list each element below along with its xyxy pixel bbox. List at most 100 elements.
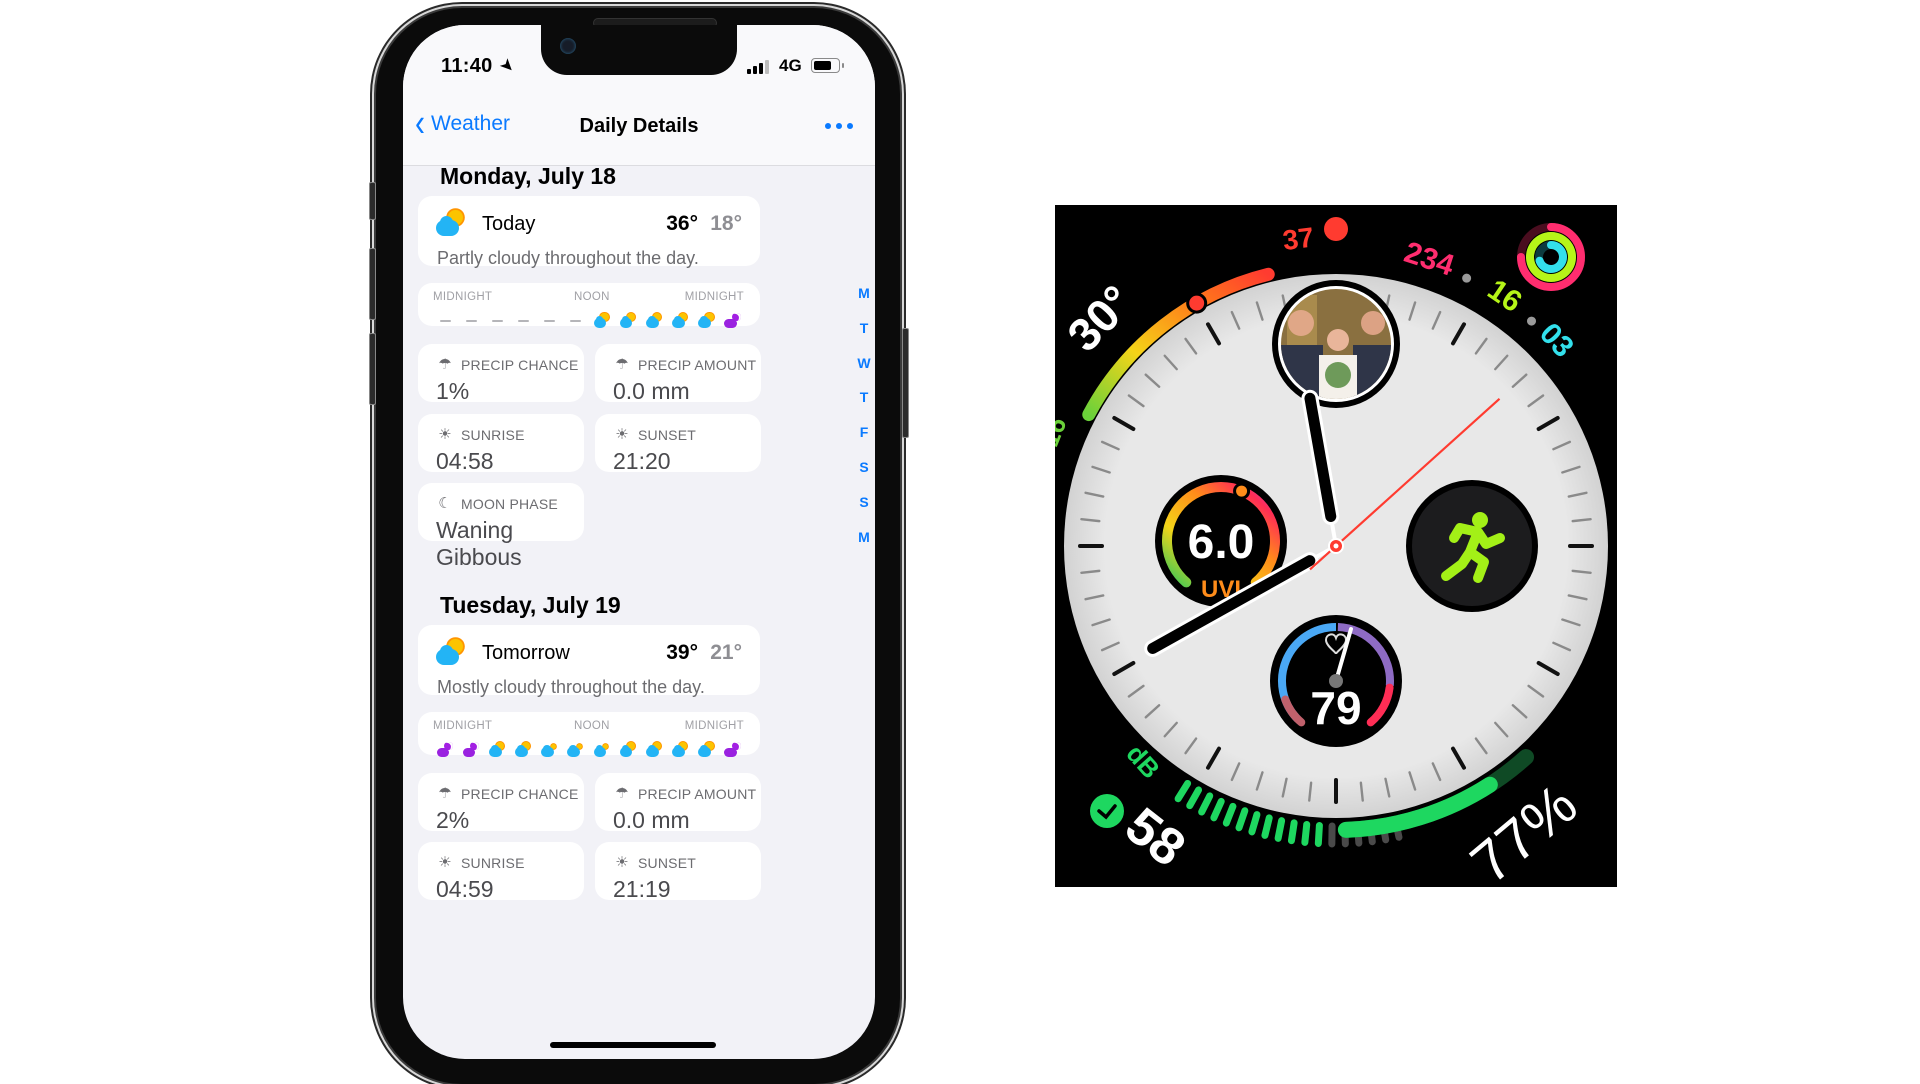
day-heading: Tuesday, July 19 [440,592,621,619]
partly-cloudy-icon [617,311,639,331]
no-data-dash [565,311,587,331]
precip-chance-card: ☂ PRECIP CHANCE 1% [418,344,584,402]
watch-face: 6.0UVI79 30°16372341603dB5877% [1055,205,1617,887]
power-button [902,328,909,438]
no-data-dash [539,311,561,331]
checkmark-circle-icon [1090,794,1124,828]
stat-label: PRECIP CHANCE [461,786,578,802]
temperature-max: 37 [1281,222,1316,257]
sunset-icon: ☀ [613,853,631,871]
hourly-strip[interactable]: MIDNIGHT NOON MIDNIGHT [418,283,760,326]
navigation-bar: ‹ Weather Daily Details [403,89,875,166]
day-index-scrubber[interactable]: M T W T F S S M [855,285,873,563]
day-index-item[interactable]: M [855,529,873,564]
partly-cloudy-icon [643,311,665,331]
hourly-label-noon: NOON [574,720,610,732]
cloudy-icon [539,740,561,760]
stat-value: 04:59 [436,876,494,903]
stat-value: 04:58 [436,448,494,475]
photo-bouquet [1325,362,1351,388]
partly-cloudy-icon [670,311,692,331]
network-type: 4G [779,56,802,76]
night-cloudy-icon [722,740,744,760]
page-title: Daily Details [403,115,875,138]
high-temp: 39° [666,641,698,665]
temperature-current-marker [1188,294,1206,312]
sunrise-card: ☀ SUNRISE 04:58 [418,414,584,472]
uv-marker [1235,484,1249,498]
daily-details-list[interactable]: Monday, July 18 Today 36° 18° Partly clo… [403,166,875,1059]
stat-value: 0.0 mm [613,807,690,834]
day-index-item[interactable]: M [855,285,873,320]
sunset-card: ☀ SUNSET 21:19 [595,842,761,900]
noise-value: 58 [1115,797,1196,878]
hourly-label-midnight: MIDNIGHT [433,291,492,303]
hourly-strip[interactable]: MIDNIGHT NOON MIDNIGHT [418,712,760,755]
stat-label: SUNRISE [461,855,525,871]
cloudy-icon [565,740,587,760]
partly-cloudy-icon [696,740,718,760]
night-cloudy-icon [722,311,744,331]
partly-cloudy-icon [643,740,665,760]
uv-value: 6.0 [1188,516,1255,569]
day-summary-card[interactable]: Tomorrow 39° 21° Mostly cloudy throughou… [418,625,760,695]
day-index-item[interactable]: S [855,494,873,529]
stat-label: PRECIP CHANCE [461,357,578,373]
no-data-dash [486,311,508,331]
precip-chance-card: ☂ PRECIP CHANCE 2% [418,773,584,831]
umbrella-icon: ☂ [613,355,631,373]
day-description: Partly cloudy throughout the day. [437,248,699,269]
night-cloudy-icon [460,740,482,760]
partly-cloudy-icon [670,740,692,760]
day-index-item[interactable]: F [855,424,873,459]
partly-cloudy-icon [436,209,466,239]
noise-level-segment [1305,824,1307,842]
day-index-item[interactable]: T [855,389,873,424]
watch-face-graphic: 6.0UVI79 30°16372341603dB5877% [1055,205,1617,887]
separator-dot [1462,274,1471,283]
status-time: 11:40 [441,55,493,78]
more-options-button[interactable] [825,123,853,129]
noise-level-segment [1265,818,1269,835]
noise-level-segment [1252,815,1257,832]
heart-rate-value: 79 [1310,682,1361,734]
stat-label: SUNSET [638,427,696,443]
silent-switch [369,182,376,220]
day-index-item[interactable]: W [855,355,873,390]
day-label: Today [482,213,535,236]
stat-label: PRECIP AMOUNT [638,357,756,373]
mostly-cloudy-icon [436,638,466,668]
sunrise-icon: ☀ [436,853,454,871]
sunset-icon: ☀ [613,425,631,443]
notification-dot [1324,217,1348,241]
stat-value: 0.0 mm [613,378,690,405]
stat-value: 1% [436,378,469,405]
volume-down-button [369,333,376,405]
no-data-dash [460,311,482,331]
noise-level-segment [1291,823,1294,841]
day-index-item[interactable]: S [855,459,873,494]
day-index-item[interactable]: T [855,320,873,355]
no-data-dash [434,311,456,331]
no-data-dash [513,311,535,331]
partly-cloudy-icon [617,740,639,760]
moon-icon: ☾ [436,494,454,512]
hourly-label-midnight-end: MIDNIGHT [685,291,744,303]
stat-label: SUNRISE [461,427,525,443]
high-temp: 36° [666,212,698,236]
photo-groom-face [1288,310,1314,336]
battery-icon [811,58,840,73]
day-label: Tomorrow [482,642,570,665]
low-temp: 21° [710,641,742,665]
partly-cloudy-icon [486,740,508,760]
day-summary-card[interactable]: Today 36° 18° Partly cloudy throughout t… [418,196,760,266]
center-pin [1334,544,1339,549]
day-description: Mostly cloudy throughout the day. [437,677,705,698]
stat-label: SUNSET [638,855,696,871]
home-indicator[interactable] [550,1042,716,1048]
ellipsis-icon [825,123,831,129]
umbrella-icon: ☂ [436,784,454,802]
stat-label: MOON PHASE [461,496,558,512]
night-cloudy-icon [434,740,456,760]
umbrella-icon: ☂ [613,784,631,802]
